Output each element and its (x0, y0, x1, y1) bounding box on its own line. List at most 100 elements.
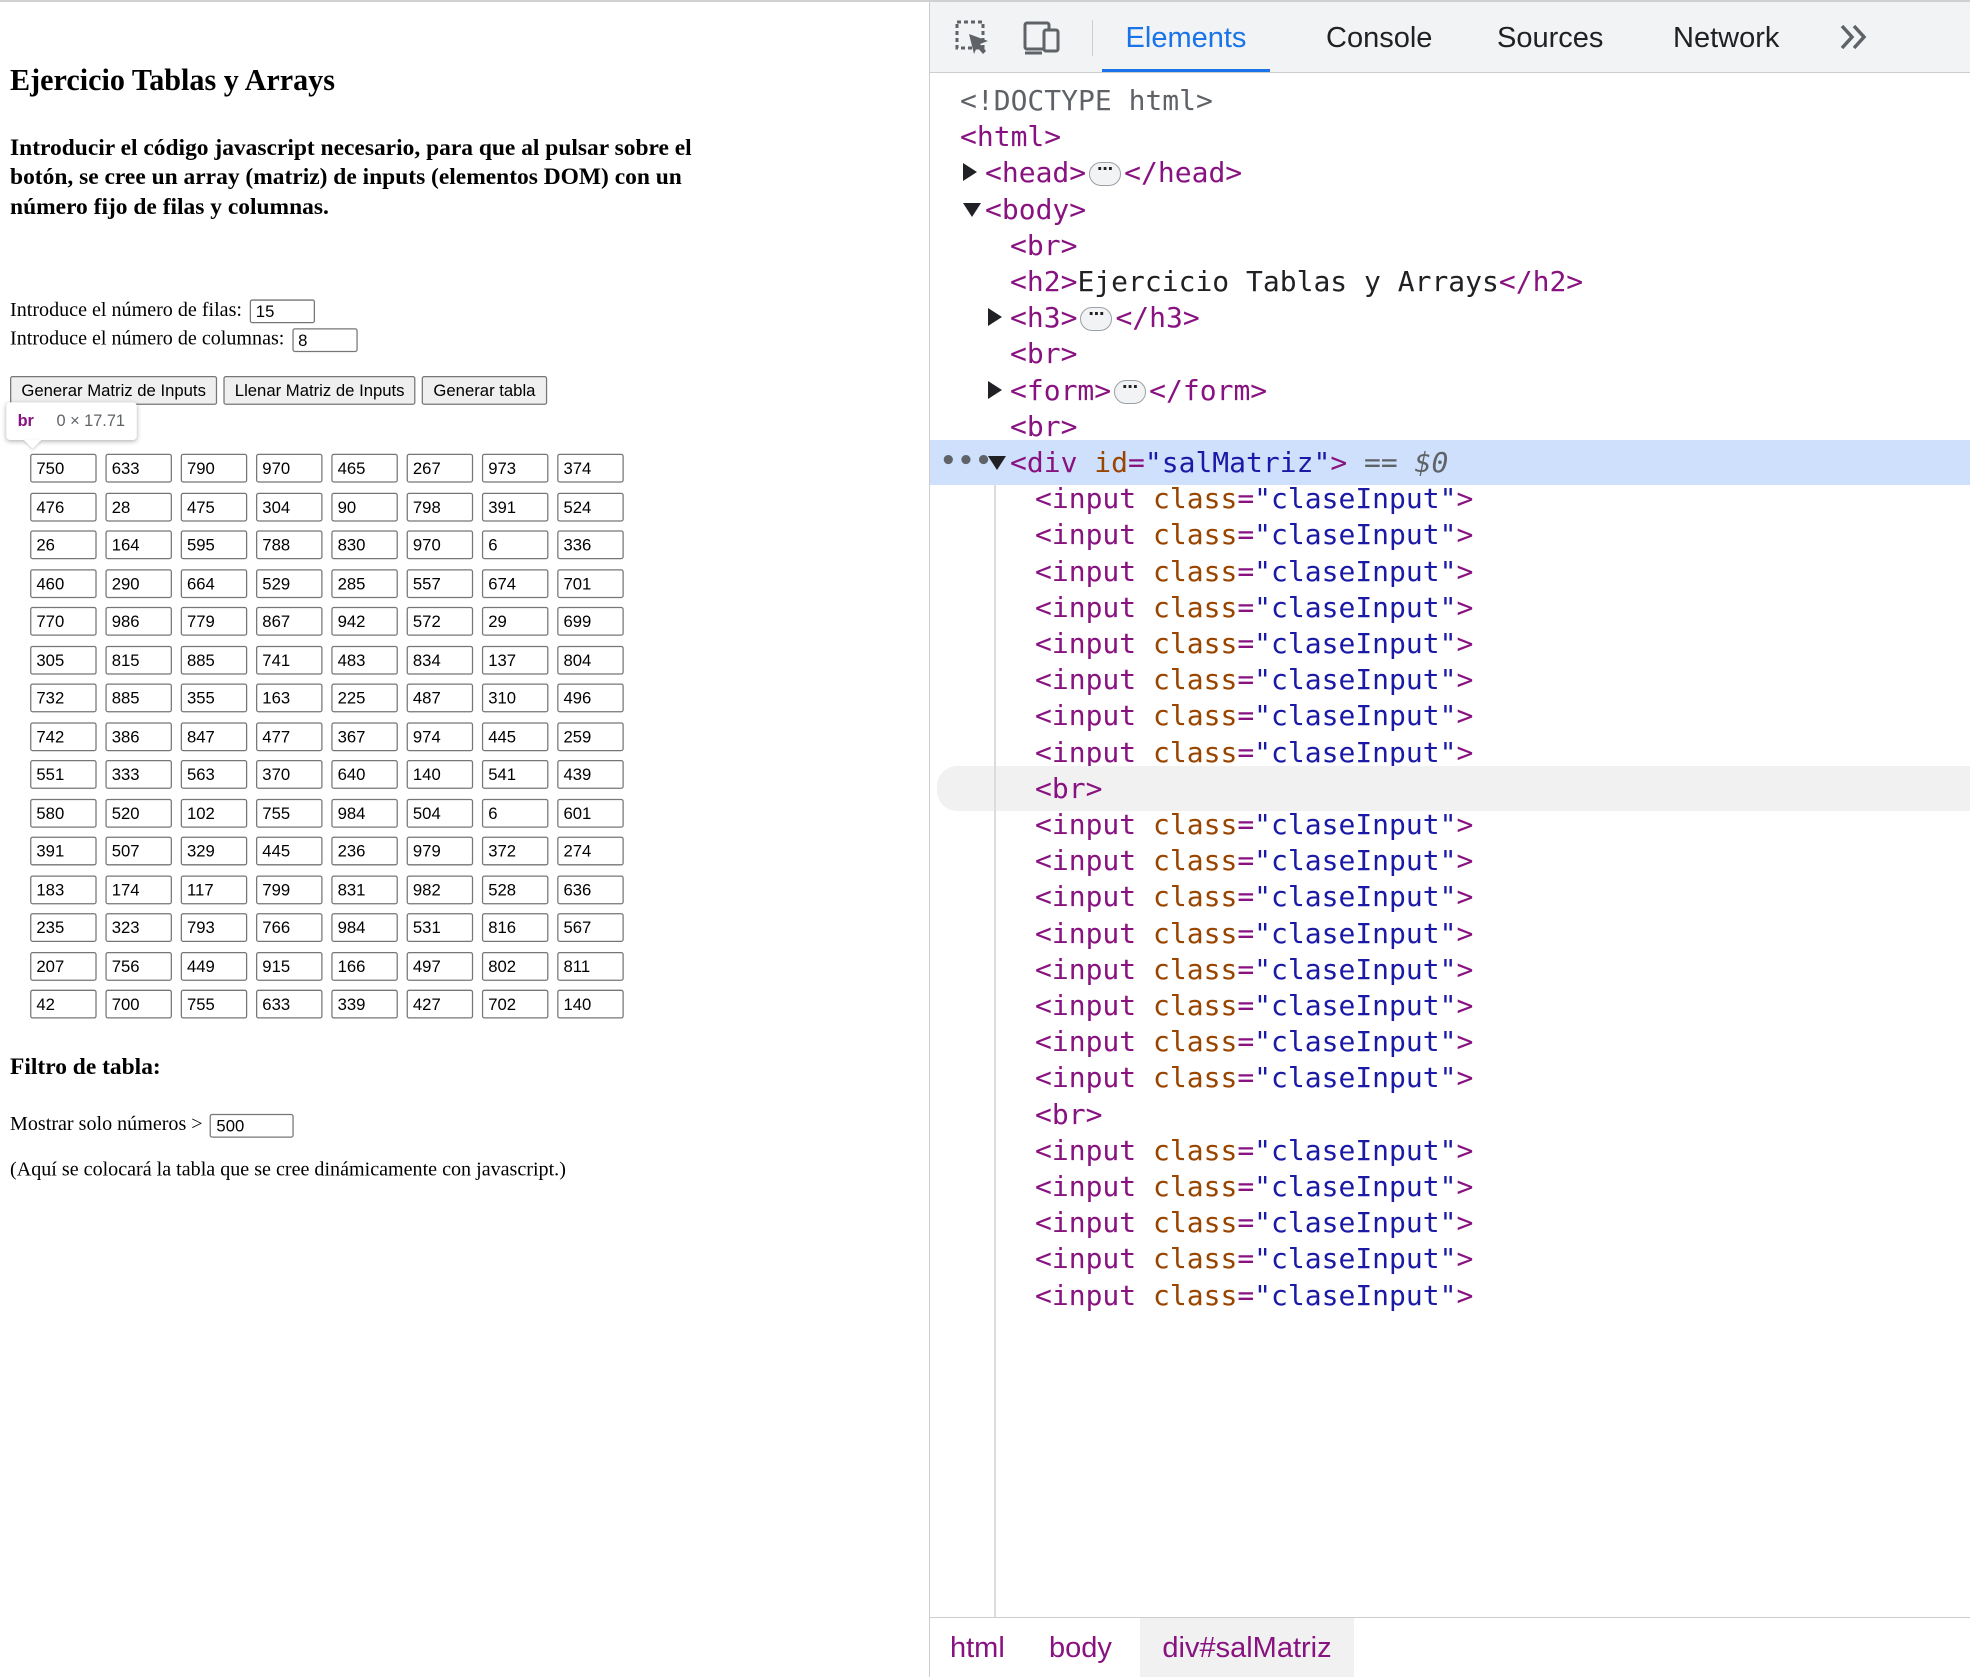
matrix-input[interactable]: 427 (406, 989, 474, 1019)
matrix-input[interactable]: 102 (180, 798, 248, 828)
matrix-input[interactable]: 974 (406, 721, 474, 751)
matrix-input[interactable]: 29 (481, 606, 549, 636)
matrix-input[interactable]: 285 (331, 568, 398, 598)
matrix-input[interactable]: 323 (105, 913, 172, 942)
matrix-input[interactable]: 790 (180, 453, 248, 483)
matrix-input[interactable]: 304 (256, 492, 323, 521)
matrix-input[interactable]: 732 (30, 683, 97, 713)
matrix-input[interactable]: 755 (180, 989, 248, 1019)
matrix-input[interactable]: 163 (256, 683, 323, 713)
matrix-input[interactable]: 329 (180, 836, 248, 866)
matrix-input[interactable]: 391 (30, 836, 97, 866)
tab-elements[interactable]: Elements (1102, 2, 1270, 72)
matrix-input[interactable]: 788 (256, 530, 323, 560)
matrix-input[interactable]: 475 (180, 492, 248, 521)
matrix-input[interactable]: 867 (256, 606, 323, 636)
matrix-input[interactable]: 529 (256, 568, 323, 598)
matrix-input[interactable]: 367 (331, 721, 398, 751)
matrix-input[interactable]: 520 (105, 798, 172, 828)
matrix-input[interactable]: 372 (481, 836, 549, 866)
breadcrumb-div-salmatriz[interactable]: div#salMatriz (1140, 1618, 1354, 1677)
matrix-input[interactable]: 140 (557, 989, 624, 1019)
matrix-input[interactable]: 6 (481, 530, 549, 560)
matrix-input[interactable]: 496 (557, 683, 624, 713)
matrix-input[interactable]: 42 (30, 989, 97, 1019)
matrix-input[interactable]: 445 (481, 721, 549, 751)
matrix-input[interactable]: 755 (256, 798, 323, 828)
matrix-input[interactable]: 140 (406, 760, 474, 789)
matrix-input[interactable]: 497 (406, 951, 474, 981)
matrix-input[interactable]: 476 (30, 492, 97, 521)
matrix-input[interactable]: 483 (331, 645, 398, 675)
matrix-input[interactable]: 970 (406, 530, 474, 560)
matrix-input[interactable]: 236 (331, 836, 398, 866)
tab-network[interactable]: Network (1673, 2, 1779, 72)
matrix-input[interactable]: 595 (180, 530, 248, 560)
matrix-input[interactable]: 799 (256, 874, 323, 904)
matrix-input[interactable]: 207 (30, 951, 97, 981)
inspect-element-icon[interactable] (952, 17, 992, 57)
matrix-input[interactable]: 831 (331, 874, 398, 904)
matrix-input[interactable]: 504 (406, 798, 474, 828)
matrix-input[interactable]: 487 (406, 683, 474, 713)
breadcrumb-html[interactable]: html (950, 1618, 1005, 1677)
matrix-input[interactable]: 816 (481, 913, 549, 942)
matrix-input[interactable]: 333 (105, 760, 172, 789)
dom-node-line[interactable]: <input class="claseInput"> (1035, 1273, 1473, 1318)
matrix-input[interactable]: 885 (105, 683, 172, 713)
matrix-input[interactable]: 531 (406, 913, 474, 942)
matrix-input[interactable]: 274 (557, 836, 624, 866)
matrix-input[interactable]: 834 (406, 645, 474, 675)
matrix-input[interactable]: 164 (105, 530, 172, 560)
matrix-input[interactable]: 370 (256, 760, 323, 789)
matrix-input[interactable]: 741 (256, 645, 323, 675)
matrix-input[interactable]: 633 (105, 453, 172, 483)
matrix-input[interactable]: 355 (180, 683, 248, 713)
matrix-input[interactable]: 117 (180, 874, 248, 904)
matrix-input[interactable]: 6 (481, 798, 549, 828)
matrix-input[interactable]: 750 (30, 453, 97, 483)
matrix-input[interactable]: 979 (406, 836, 474, 866)
generar-matriz-button[interactable]: Generar Matriz de Inputs (10, 375, 218, 405)
matrix-input[interactable]: 551 (30, 760, 97, 789)
matrix-input[interactable]: 701 (557, 568, 624, 598)
matrix-input[interactable]: 374 (557, 453, 624, 483)
matrix-input[interactable]: 984 (331, 798, 398, 828)
matrix-input[interactable]: 225 (331, 683, 398, 713)
more-tabs-icon[interactable] (1834, 17, 1874, 57)
matrix-input[interactable]: 779 (180, 606, 248, 636)
generar-tabla-button[interactable]: Generar tabla (422, 375, 547, 405)
matrix-input[interactable]: 601 (557, 798, 624, 828)
matrix-input[interactable]: 793 (180, 913, 248, 942)
matrix-input[interactable]: 290 (105, 568, 172, 598)
matrix-input[interactable]: 915 (256, 951, 323, 981)
matrix-input[interactable]: 798 (406, 492, 474, 521)
matrix-input[interactable]: 973 (481, 453, 549, 483)
device-toolbar-icon[interactable] (1022, 17, 1062, 57)
matrix-input[interactable]: 310 (481, 683, 549, 713)
matrix-input[interactable]: 847 (180, 721, 248, 751)
tab-console[interactable]: Console (1326, 2, 1432, 72)
matrix-input[interactable]: 699 (557, 606, 624, 636)
matrix-input[interactable]: 174 (105, 874, 172, 904)
matrix-input[interactable]: 477 (256, 721, 323, 751)
filas-input[interactable] (249, 299, 315, 324)
matrix-input[interactable]: 702 (481, 989, 549, 1019)
matrix-input[interactable]: 267 (406, 453, 474, 483)
tab-sources[interactable]: Sources (1497, 2, 1603, 72)
matrix-input[interactable]: 633 (256, 989, 323, 1019)
expand-triangle-icon[interactable] (963, 163, 977, 182)
matrix-input[interactable]: 572 (406, 606, 474, 636)
matrix-input[interactable]: 986 (105, 606, 172, 636)
matrix-input[interactable]: 830 (331, 530, 398, 560)
matrix-input[interactable]: 28 (105, 492, 172, 521)
matrix-input[interactable]: 460 (30, 568, 97, 598)
matrix-input[interactable]: 756 (105, 951, 172, 981)
matrix-input[interactable]: 26 (30, 530, 97, 560)
matrix-input[interactable]: 449 (180, 951, 248, 981)
columnas-input[interactable] (291, 328, 358, 352)
matrix-input[interactable]: 970 (256, 453, 323, 483)
matrix-input[interactable]: 766 (256, 913, 323, 942)
matrix-input[interactable]: 885 (180, 645, 248, 675)
matrix-input[interactable]: 563 (180, 760, 248, 789)
